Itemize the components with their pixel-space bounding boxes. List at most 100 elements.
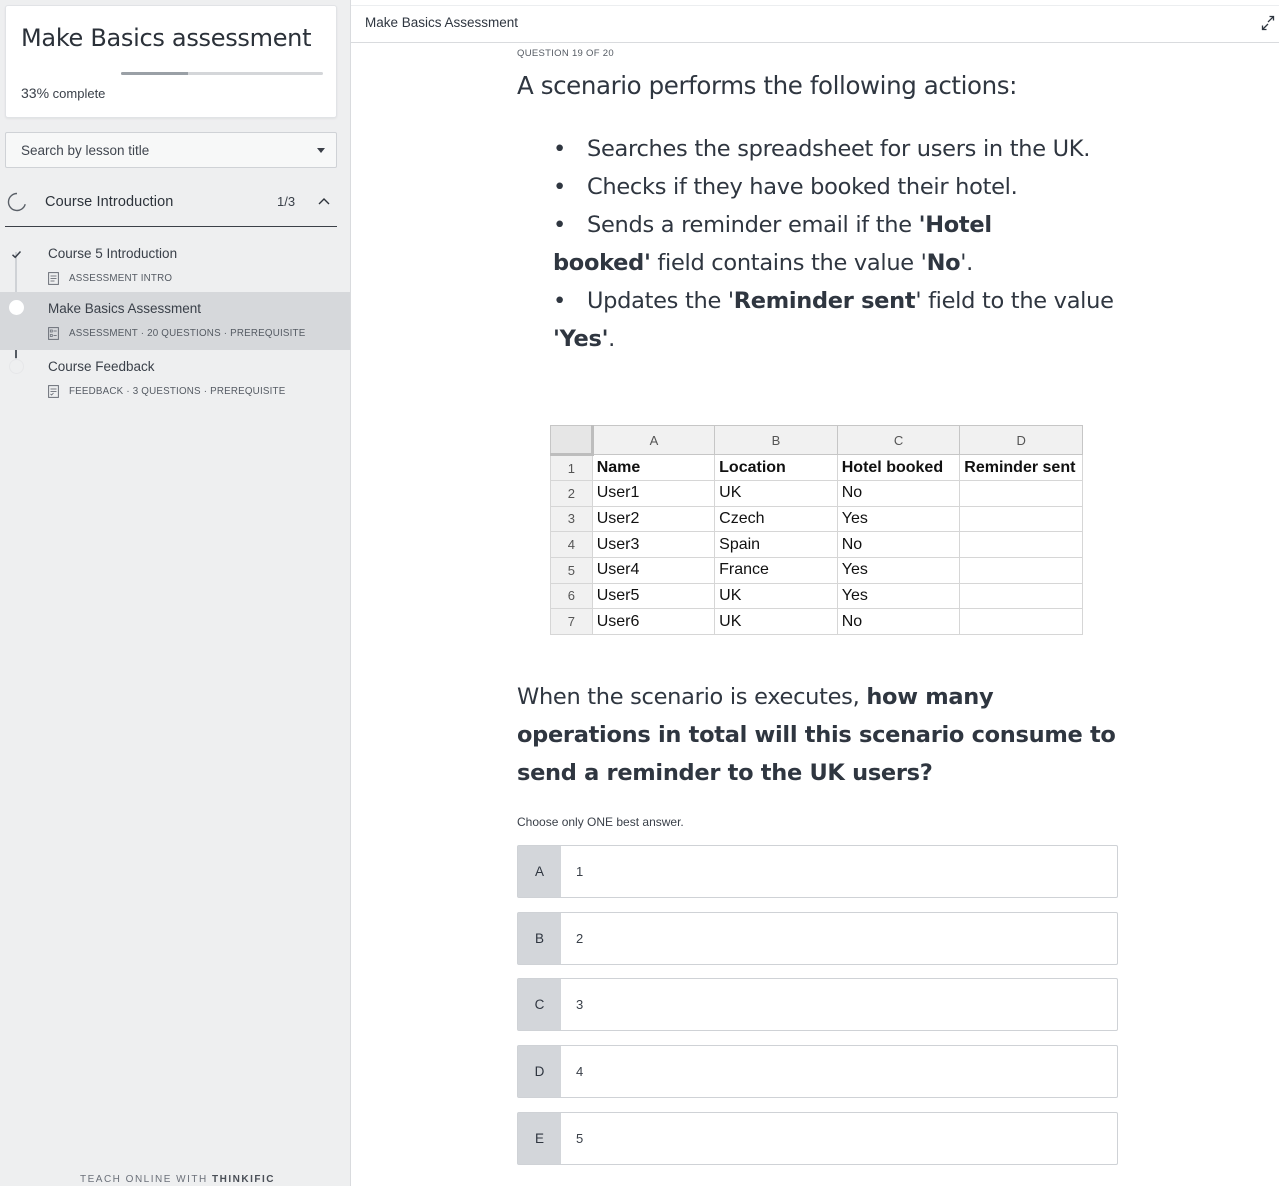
option-letter: C — [518, 979, 561, 1030]
chevron-up-icon[interactable] — [318, 196, 330, 206]
lesson-item-course-feedback[interactable]: Course Feedback FEEDBACK · 3 QUESTIONS ·… — [0, 350, 350, 408]
row-number: 7 — [550, 608, 593, 635]
table-row: 6 User5 UK Yes — [550, 582, 1083, 610]
row-number: 2 — [550, 479, 593, 507]
lesson-search-placeholder: Search by lesson title — [21, 143, 150, 158]
expand-icon[interactable] — [1260, 14, 1276, 32]
spreadsheet-column-headers: A B C D — [550, 424, 1083, 457]
thinkific-footer-link[interactable]: TEACH ONLINE WITH THINKIFIC — [80, 1174, 275, 1185]
answer-option-b[interactable]: B 2 — [517, 912, 1118, 965]
progress-percent: 33% — [21, 85, 50, 101]
table-cell: Hotel booked — [836, 454, 961, 481]
answer-option-a[interactable]: A 1 — [517, 845, 1118, 898]
lesson-meta: FEEDBACK · 3 QUESTIONS · PREREQUISITE — [48, 384, 285, 398]
table-cell: User5 — [591, 582, 716, 610]
table-cell: User2 — [591, 505, 716, 533]
caret-down-icon — [317, 148, 325, 153]
option-value: 2 — [576, 931, 584, 946]
column-header: D — [959, 424, 1083, 456]
lesson-meta: ASSESSMENT · 20 QUESTIONS · PREREQUISITE — [48, 326, 305, 340]
table-cell: UK — [714, 582, 838, 610]
row-number: 4 — [550, 531, 593, 558]
progress-ring-icon — [7, 192, 26, 212]
progress-suffix: complete — [52, 86, 106, 101]
list-item: • Checks if they have booked their hotel. — [553, 174, 1018, 200]
table-cell: User3 — [591, 531, 716, 558]
table-cell: Yes — [836, 582, 961, 610]
lesson-item-course-5-introduction[interactable]: Course 5 Introduction ASSESSMENT INTRO — [0, 237, 350, 295]
table-cell: User4 — [591, 556, 716, 584]
table-row: 4 User3 Spain No — [550, 531, 1083, 558]
lesson-item-make-basics-assessment[interactable]: Make Basics Assessment ASSESSMENT · 20 Q… — [0, 292, 350, 350]
question-intro: A scenario performs the following action… — [517, 71, 1017, 100]
table-cell — [959, 582, 1083, 610]
lesson-search-select[interactable]: Search by lesson title — [5, 132, 337, 168]
chapter-course-introduction[interactable]: Course Introduction 1/3 — [5, 182, 337, 227]
table-cell: Czech — [714, 505, 838, 533]
table-row: 7 User6 UK No — [550, 608, 1083, 635]
table-row: 5 User4 France Yes — [550, 556, 1083, 584]
quiz-icon — [48, 326, 59, 340]
column-header: C — [836, 424, 961, 456]
option-letter: A — [518, 846, 561, 897]
table-cell: No — [836, 479, 961, 507]
list-item: • Updates the 'Reminder sent' field to th… — [553, 288, 1114, 314]
list-item: • Searches the spreadsheet for users in t… — [553, 136, 1091, 162]
chapter-lesson-count: 1/3 — [277, 194, 296, 209]
option-value: 4 — [576, 1064, 584, 1079]
list-item-continued: booked' field contains the value 'No'. — [553, 250, 974, 276]
lesson-title: Course Feedback — [48, 359, 155, 374]
answer-option-d[interactable]: D 4 — [517, 1045, 1118, 1098]
list-item: • Sends a reminder email if the 'Hotel — [553, 212, 992, 238]
lesson-title: Course 5 Introduction — [48, 246, 178, 261]
progress-bar — [121, 72, 323, 75]
question-prompt-lead: When the scenario is executes, — [517, 684, 867, 710]
table-cell — [959, 479, 1083, 507]
scenario-actions-list: • Searches the spreadsheet for users in t… — [553, 130, 1123, 358]
list-item-continued: 'Yes'. — [553, 326, 616, 352]
option-letter: B — [518, 913, 561, 964]
course-progress-card: Make Basics assessment 33% complete — [5, 5, 337, 118]
table-cell: Name — [591, 454, 716, 481]
footer-prefix: TEACH ONLINE WITH — [80, 1174, 208, 1185]
answer-instruction: Choose only ONE best answer. — [517, 815, 684, 829]
option-value: 1 — [576, 864, 584, 879]
lesson-header-bar: Make Basics Assessment — [351, 5, 1279, 43]
option-value: 5 — [576, 1131, 584, 1146]
answer-option-e[interactable]: E 5 — [517, 1112, 1118, 1165]
answer-option-c[interactable]: C 3 — [517, 978, 1118, 1031]
survey-icon — [48, 384, 59, 398]
spreadsheet-image: A B C D 1 Name Location Hotel booked Rem… — [550, 424, 1083, 635]
table-cell — [959, 531, 1083, 558]
question-number: QUESTION 19 OF 20 — [517, 48, 614, 59]
table-row: 1 Name Location Hotel booked Reminder se… — [550, 454, 1083, 481]
current-lesson-dot-icon — [9, 300, 24, 315]
progress-label: 33% complete — [21, 85, 105, 101]
lesson-header-title: Make Basics Assessment — [365, 15, 519, 30]
table-cell: User1 — [591, 479, 716, 507]
row-number: 5 — [550, 556, 593, 584]
table-cell: Reminder sent — [959, 454, 1083, 481]
lesson-meta-text: FEEDBACK · 3 QUESTIONS · PREREQUISITE — [69, 385, 286, 397]
column-header: B — [714, 424, 838, 456]
spreadsheet-corner — [550, 424, 594, 457]
row-number: 1 — [550, 454, 593, 481]
incomplete-lesson-dot-icon — [9, 359, 24, 374]
option-letter: D — [518, 1046, 561, 1097]
table-cell: Yes — [836, 556, 961, 584]
table-cell: Spain — [714, 531, 838, 558]
course-title: Make Basics assessment — [21, 24, 312, 52]
row-number: 6 — [550, 582, 593, 610]
table-cell — [959, 505, 1083, 533]
table-cell: No — [836, 608, 961, 635]
lesson-meta-text: ASSESSMENT INTRO — [69, 272, 173, 284]
table-cell: UK — [714, 479, 838, 507]
table-row: 2 User1 UK No — [550, 479, 1083, 507]
option-letter: E — [518, 1113, 561, 1164]
document-icon — [48, 271, 59, 285]
table-cell: UK — [714, 608, 838, 635]
table-cell: User6 — [591, 608, 716, 635]
column-header: A — [591, 424, 716, 456]
table-cell: Yes — [836, 505, 961, 533]
table-cell: Location — [714, 454, 838, 481]
